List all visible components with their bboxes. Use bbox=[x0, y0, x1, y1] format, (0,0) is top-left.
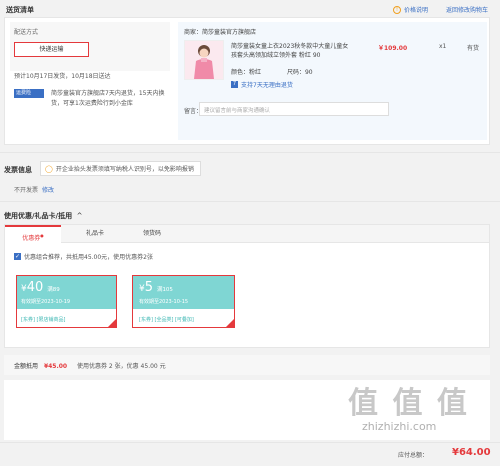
freight-insurance-badge: 运费险 bbox=[14, 89, 44, 98]
coupon-condition: 满89 bbox=[47, 287, 60, 293]
service-note: 简莎童装官方旗舰店7天内退货，15天内换 货，可享1次运费险行到小金库 bbox=[51, 89, 164, 109]
discount-amount: ¥45.00 bbox=[43, 363, 68, 370]
delivery-schedule: 预计10月17日发货，10月18日送达 bbox=[14, 73, 111, 80]
coupon-value: ¥40 满89 bbox=[21, 280, 60, 295]
remark-placeholder: 建议留言前与商家沟通确认 bbox=[204, 108, 271, 114]
coupon-card[interactable]: ¥5 满105 有效期至2023-10-15 [东券] [全品类] [可叠加] bbox=[132, 275, 235, 328]
coupon-amount: 5 bbox=[144, 280, 154, 295]
auto-coupon-note: 优惠组合推荐，共抵用45.00元，使用优惠券2张 bbox=[24, 254, 153, 261]
invoice-title: 发票信息 bbox=[4, 166, 32, 174]
watermark-url: zhizhizhi.com bbox=[362, 420, 437, 433]
stock-status: 有货 bbox=[467, 45, 480, 52]
total-label: 应付总额： bbox=[398, 452, 429, 459]
service-note-line-2: 货，可享1次运费险行到小金库 bbox=[51, 100, 133, 107]
info-icon: ! bbox=[393, 5, 401, 14]
auto-coupon-option[interactable]: ✓ 优惠组合推荐，共抵用45.00元，使用优惠券2张 bbox=[14, 252, 153, 261]
checkbox-checked-icon[interactable]: ✓ bbox=[14, 253, 21, 260]
discount-summary-label: 金额抵用 bbox=[14, 363, 39, 370]
freight-insurance-badge-label: 运费险 bbox=[16, 90, 32, 96]
selected-corner-icon bbox=[226, 319, 234, 327]
invoice-tip-text: 开企业抬头发票须填写纳税人识别号，以免影响报销 bbox=[55, 166, 194, 173]
tab-coupons-label: 优惠券 bbox=[22, 235, 41, 242]
invoice-edit-link[interactable]: 修改 bbox=[42, 187, 54, 194]
coupon-expiry: 有效期至2023-10-19 bbox=[21, 299, 71, 305]
product-attributes: 颜色：粉红 尺码：90 bbox=[231, 67, 313, 76]
total-amount: ¥64.00 bbox=[452, 447, 491, 458]
coupon-condition: 满105 bbox=[156, 287, 173, 293]
watermark-logo: 值 值 值 bbox=[348, 386, 469, 421]
tab-gift-card[interactable]: 礼品卡 bbox=[70, 225, 120, 243]
coupon-amount: 40 bbox=[26, 280, 44, 295]
shop-name: 商家：简莎童装官方旗舰店 bbox=[184, 29, 257, 36]
coupon-card[interactable]: ¥40 满89 有效期至2023-10-19 [东券] [限店铺商品] bbox=[16, 275, 117, 328]
tab-coupons[interactable]: 优惠券● bbox=[5, 225, 61, 244]
service-note-line-1: 简莎童装官方旗舰店7天内退货，15天内换 bbox=[51, 90, 165, 97]
tab-pickup-code[interactable]: 领货码 bbox=[127, 225, 177, 243]
coupons-title-text: 使用优惠/礼品卡/抵用 bbox=[4, 212, 73, 220]
price-help-link[interactable]: ! 价格说明 bbox=[393, 5, 428, 14]
coupons-title[interactable]: 使用优惠/礼品卡/抵用 ^ bbox=[4, 211, 82, 221]
size-value: 90 bbox=[304, 69, 313, 76]
remark-input[interactable]: 建议留言前与商家沟通确认 bbox=[199, 102, 389, 116]
coupon-tags: [东券] [限店铺商品] bbox=[21, 317, 66, 323]
coupon-expiry: 有效期至2023-10-15 bbox=[139, 299, 189, 305]
coupon-tags: [东券] [全品类] [可叠加] bbox=[139, 317, 194, 323]
product-title[interactable]: 简莎童装女童上衣2023秋冬款中大童儿童女 孩套头高领加绒立领外套 粉红 90 bbox=[231, 42, 361, 60]
invoice-status: 不开发票 修改 bbox=[14, 185, 54, 194]
product-title-line-2: 孩套头高领加绒立领外套 粉红 90 bbox=[231, 52, 321, 59]
product-price: ￥109.00 bbox=[378, 45, 408, 52]
divider bbox=[0, 152, 500, 153]
discount-summary: 金额抵用 ¥45.00 使用优惠券 2 张，优惠 45.00 元 bbox=[14, 361, 166, 370]
color-label: 颜色： bbox=[231, 69, 250, 76]
invoice-status-text: 不开发票 bbox=[14, 187, 39, 194]
invoice-tip: ◯ 开企业抬头发票须填写纳税人识别号，以免影响报销 bbox=[40, 161, 201, 176]
chevron-up-icon: ^ bbox=[76, 212, 83, 220]
discount-detail: 使用优惠券 2 张，优惠 45.00 元 bbox=[77, 363, 166, 370]
coupon-value: ¥5 满105 bbox=[139, 280, 173, 295]
selected-corner-icon bbox=[108, 319, 116, 327]
size-label: 尺码： bbox=[286, 69, 305, 76]
product-panel bbox=[178, 22, 487, 140]
product-image[interactable] bbox=[184, 40, 224, 80]
product-thumbnail-icon bbox=[185, 41, 223, 79]
return-icon: 7 bbox=[231, 81, 238, 88]
product-quantity: x1 bbox=[439, 43, 447, 50]
color-value: 粉红 bbox=[249, 69, 262, 76]
lightbulb-icon: ◯ bbox=[45, 164, 53, 173]
express-delivery-button[interactable]: 快递运输 bbox=[14, 42, 89, 57]
product-title-line-1: 简莎童装女童上衣2023秋冬款中大童儿童女 bbox=[231, 43, 349, 50]
section-title-delivery-list: 送货清单 bbox=[6, 6, 34, 14]
return-policy-text: 支持7天无理由退货 bbox=[241, 82, 293, 89]
back-to-cart-link[interactable]: 返回修改购物车 bbox=[446, 5, 488, 14]
return-policy-note: 7 支持7天无理由退货 bbox=[231, 80, 293, 89]
delivery-method-label-text: 配送方式 bbox=[14, 29, 39, 36]
divider bbox=[0, 201, 500, 202]
